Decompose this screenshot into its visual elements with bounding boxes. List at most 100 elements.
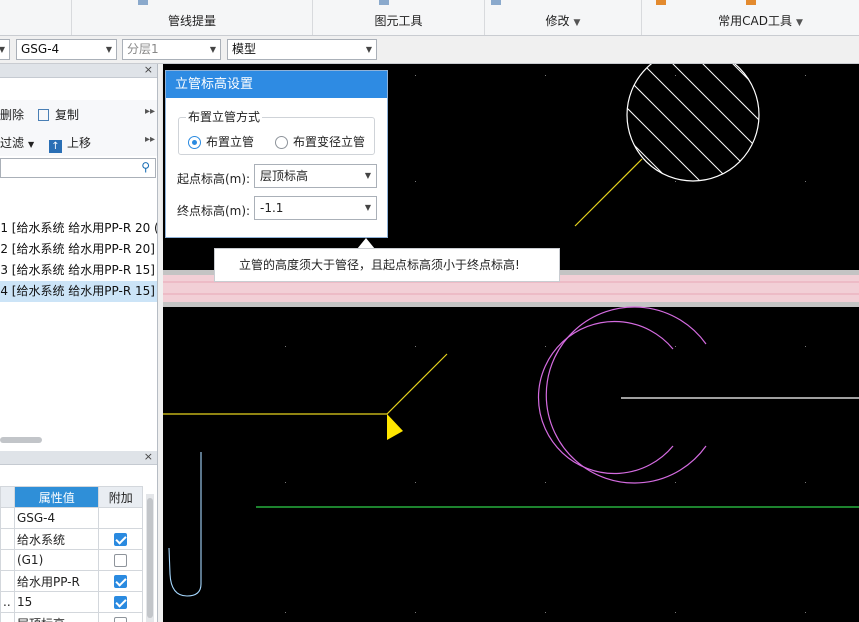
search-input[interactable]: ⚲ xyxy=(0,158,156,178)
chevron-down-icon: ▼ xyxy=(105,45,112,54)
prop-value[interactable]: (G1) xyxy=(13,549,100,571)
close-icon[interactable]: × xyxy=(144,450,153,463)
combo-value: 层顶标高 xyxy=(260,169,309,183)
left-panel: × 删除 复制 ▸▸ 过滤 ▼ ↑ 上移 ▸▸ ⚲ -1 [给水系统 给水用PP-R… xyxy=(0,64,158,622)
ribbon-group-label: 常用CAD工具 xyxy=(718,14,792,28)
end-elevation-label: 终点标高(m): xyxy=(177,204,251,218)
prop-value[interactable]: 层顶标高 xyxy=(13,612,100,622)
radio-riser[interactable]: 布置立管 xyxy=(188,133,254,150)
hatched-circle xyxy=(626,64,760,182)
ribbon-group-cad-label[interactable]: 常用CAD工具 ▼ xyxy=(662,12,859,29)
horizontal-scrollbar[interactable] xyxy=(0,437,42,443)
radio-unselected-icon xyxy=(275,136,288,149)
vertical-scrollbar[interactable] xyxy=(146,494,154,622)
leader-line xyxy=(574,158,643,227)
ribbon-top-fragment[interactable] xyxy=(656,0,669,6)
radio-label: 布置立管 xyxy=(206,135,255,149)
pipe-endpoint-marker xyxy=(387,414,403,440)
table-row: (G1) xyxy=(0,549,143,571)
group-label: 布置立管方式 xyxy=(186,108,263,125)
radio-reducer-riser[interactable]: 布置变径立管 xyxy=(275,133,365,150)
col-header-extra: 附加 xyxy=(98,486,143,508)
prop-extra-empty xyxy=(98,507,143,529)
more-icon[interactable]: ▸▸ xyxy=(145,106,155,117)
copy-button[interactable]: 复制 xyxy=(38,106,79,123)
combo-value: 模型 xyxy=(232,42,257,56)
chevron-down-icon: ▼ xyxy=(364,171,371,180)
start-elevation-label: 起点标高(m): xyxy=(177,172,251,186)
filter-button[interactable]: 过滤 ▼ xyxy=(0,134,34,151)
search-icon[interactable]: ⚲ xyxy=(141,160,150,174)
combo-partial[interactable]: ▼ xyxy=(0,39,10,60)
ribbon-top-fragment[interactable] xyxy=(379,0,392,6)
checkbox-checked[interactable] xyxy=(114,533,128,546)
checkbox-checked[interactable] xyxy=(114,575,128,588)
ribbon-top-fragment[interactable] xyxy=(491,0,504,6)
ribbon-group-label: 修改 xyxy=(545,14,570,28)
prop-extra xyxy=(98,591,143,613)
checkbox-checked[interactable] xyxy=(114,596,128,609)
chevron-down-icon: ▼ xyxy=(365,45,372,54)
panel-toolbar-row1: 删除 复制 ▸▸ xyxy=(0,100,157,128)
tree-item-selected[interactable]: -4 [给水系统 给水用PP-R 15] xyxy=(0,281,157,302)
ribbon-group-modify-label[interactable]: 修改 ▼ xyxy=(485,12,641,29)
component-tree: -1 [给水系统 给水用PP-R 20 ( -2 [给水系统 给水用PP-R 2… xyxy=(0,218,157,302)
checkbox-unchecked[interactable] xyxy=(114,617,128,622)
component-combo[interactable]: GSG-4 ▼ xyxy=(16,39,117,60)
ribbon-tool-icon xyxy=(656,0,666,5)
dialog-title[interactable]: 立管标高设置 xyxy=(166,71,387,98)
ribbon-group-element-tools: 图元工具 xyxy=(313,0,485,35)
end-elevation-combo[interactable]: -1.1 ▼ xyxy=(254,196,377,220)
prop-name: .. xyxy=(0,591,15,613)
chevron-down-icon: ▼ xyxy=(573,18,581,28)
ribbon-group-pipe-quantity: 管线提量 xyxy=(72,0,313,35)
checkbox-unchecked[interactable] xyxy=(114,554,128,567)
layer-combo[interactable]: 分层1 ▼ xyxy=(122,39,221,60)
copy-icon xyxy=(38,109,49,121)
move-up-button[interactable]: ↑ 上移 xyxy=(49,134,91,153)
prop-name xyxy=(0,549,15,571)
toolbar: ▼ GSG-4 ▼ 分层1 ▼ 模型 ▼ xyxy=(0,36,859,64)
validation-tooltip: 立管的高度须大于管径，且起点标高须小于终点标高! xyxy=(214,248,560,282)
ribbon-tool-icon xyxy=(138,0,148,5)
prop-extra xyxy=(98,612,143,622)
model-combo[interactable]: 模型 ▼ xyxy=(227,39,377,60)
properties-header: × xyxy=(0,450,157,465)
ribbon-group-label[interactable]: 管线提量 xyxy=(72,12,312,29)
more-icon[interactable]: ▸▸ xyxy=(145,134,155,145)
col-header-name xyxy=(0,486,15,508)
close-icon[interactable]: × xyxy=(144,64,153,76)
ribbon-tool-icon xyxy=(491,0,501,5)
scrollbar-thumb[interactable] xyxy=(147,498,153,618)
blue-hook xyxy=(168,452,202,597)
ribbon-group-modify: 修改 ▼ xyxy=(485,0,642,35)
table-row: 给水系统 xyxy=(0,528,143,550)
prop-value[interactable]: 给水系统 xyxy=(13,528,100,550)
ribbon-tool-icon xyxy=(746,0,756,5)
start-elevation-combo[interactable]: 层顶标高 ▼ xyxy=(254,164,377,188)
panel-header: × xyxy=(0,64,157,78)
combo-value: -1.1 xyxy=(260,201,284,215)
ribbon: 管线提量 图元工具 修改 ▼ 常用CAD工具 ▼ xyxy=(0,0,859,36)
ribbon-group-label[interactable]: 图元工具 xyxy=(313,12,484,29)
ribbon-top-fragment[interactable] xyxy=(746,0,759,6)
tree-item[interactable]: -1 [给水系统 给水用PP-R 20 ( xyxy=(0,218,157,239)
ribbon-top-fragment[interactable] xyxy=(138,0,151,6)
arrow-up-icon: ↑ xyxy=(49,140,62,153)
table-row: GSG-4 xyxy=(0,507,143,529)
tree-item[interactable]: -3 [给水系统 给水用PP-R 15] xyxy=(0,260,157,281)
delete-button[interactable]: 删除 xyxy=(0,106,24,123)
prop-name xyxy=(0,507,15,529)
chevron-down-icon: ▼ xyxy=(364,203,371,212)
prop-name xyxy=(0,612,15,622)
chevron-down-icon: ▼ xyxy=(28,140,35,149)
elevation-dialog: 立管标高设置 布置立管方式 布置立管 布置变径立管 起点标高(m): 层顶标高 ▼… xyxy=(165,70,388,238)
prop-value[interactable]: 15 xyxy=(13,591,100,613)
tree-item[interactable]: -2 [给水系统 给水用PP-R 20] xyxy=(0,239,157,260)
prop-value[interactable]: 给水用PP-R xyxy=(13,570,100,592)
move-up-label: 上移 xyxy=(67,136,92,150)
magenta-ring-outer xyxy=(545,306,707,484)
radio-selected-icon xyxy=(188,136,201,149)
prop-value[interactable]: GSG-4 xyxy=(13,507,100,529)
prop-extra xyxy=(98,549,143,571)
